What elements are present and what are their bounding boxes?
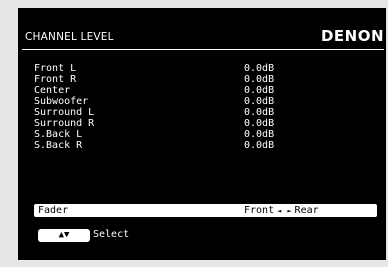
channel-list: Front L 0.0dB Front R 0.0dB Center 0.0dB… (18, 63, 386, 151)
channel-value: 0.0dB (244, 63, 275, 74)
fader-right-text: Rear (294, 205, 319, 216)
channel-row-sback-l[interactable]: S.Back L 0.0dB (18, 129, 386, 140)
channel-label: Center (34, 85, 71, 96)
fader-row[interactable]: Fader Front ◄ ► Rear (34, 204, 377, 217)
header: CHANNEL LEVEL DENON (18, 24, 386, 46)
channel-label: S.Back L (34, 129, 83, 140)
brand-logo: DENON (320, 27, 384, 45)
channel-row-front-r[interactable]: Front R 0.0dB (18, 74, 386, 85)
channel-row-subwoofer[interactable]: Subwoofer 0.0dB (18, 96, 386, 107)
header-divider (22, 49, 384, 50)
channel-label: Front L (34, 63, 77, 74)
arrow-left-icon: ◄ (277, 207, 282, 215)
channel-label: Front R (34, 74, 77, 85)
footer-hint: ▲▼ Select (38, 228, 129, 242)
channel-label: Subwoofer (34, 96, 89, 107)
channel-row-surround-l[interactable]: Surround L 0.0dB (18, 107, 386, 118)
channel-value: 0.0dB (244, 140, 275, 151)
fader-label: Fader (38, 205, 69, 216)
arrow-right-icon: ► (287, 207, 292, 215)
page-title: CHANNEL LEVEL (25, 31, 114, 43)
up-down-key-icon: ▲▼ (38, 228, 90, 242)
channel-row-center[interactable]: Center 0.0dB (18, 85, 386, 96)
channel-row-front-l[interactable]: Front L 0.0dB (18, 63, 386, 74)
channel-label: Surround L (34, 107, 95, 118)
osd-screen: CHANNEL LEVEL DENON Front L 0.0dB Front … (18, 8, 386, 260)
footer-label: Select (93, 229, 130, 240)
channel-label: S.Back R (34, 140, 83, 151)
channel-value: 0.0dB (244, 74, 275, 85)
channel-row-sback-r[interactable]: S.Back R 0.0dB (18, 140, 386, 151)
fader-value: Front ◄ ► Rear (244, 204, 319, 218)
channel-row-surround-r[interactable]: Surround R 0.0dB (18, 118, 386, 129)
channel-label: Surround R (34, 118, 95, 129)
fader-left-text: Front (244, 205, 275, 216)
channel-value: 0.0dB (244, 107, 275, 118)
channel-value: 0.0dB (244, 96, 275, 107)
channel-value: 0.0dB (244, 85, 275, 96)
channel-value: 0.0dB (244, 129, 275, 140)
channel-value: 0.0dB (244, 118, 275, 129)
